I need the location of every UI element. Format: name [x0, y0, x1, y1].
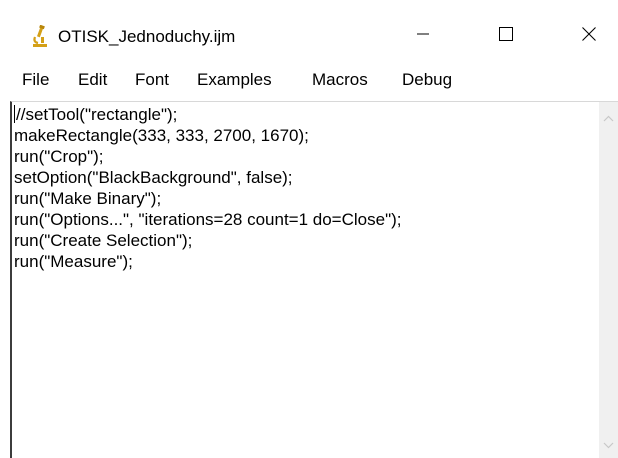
close-button[interactable]: [569, 18, 609, 54]
menu-edit[interactable]: Edit: [78, 70, 107, 90]
menu-file[interactable]: File: [22, 70, 49, 90]
scroll-down-button[interactable]: [599, 435, 618, 454]
code-line-text: //setTool("rectangle");: [16, 105, 178, 124]
code-line: //setTool("rectangle");: [14, 104, 599, 125]
maximize-icon: [498, 26, 514, 47]
microscope-icon: [30, 24, 50, 49]
code-line: setOption("BlackBackground", false);: [14, 168, 293, 187]
vertical-scrollbar[interactable]: [599, 102, 618, 458]
code-line: run("Measure");: [14, 252, 133, 271]
menu-font[interactable]: Font: [135, 70, 169, 90]
text-caret: [14, 105, 15, 123]
title-bar[interactable]: OTISK_Jednoduchy.ijm: [0, 0, 618, 64]
code-editor[interactable]: //setTool("rectangle"); makeRectangle(33…: [10, 101, 618, 458]
code-line: run("Create Selection");: [14, 231, 193, 250]
code-line: run("Options...", "iterations=28 count=1…: [14, 210, 402, 229]
maximize-button[interactable]: [486, 18, 526, 54]
close-icon: [581, 26, 597, 47]
code-text-area[interactable]: //setTool("rectangle"); makeRectangle(33…: [14, 104, 599, 456]
code-line: run("Make Binary");: [14, 189, 162, 208]
editor-window: OTISK_Jednoduchy.ijm File Edit Font Exam…: [0, 0, 618, 458]
menu-debug[interactable]: Debug: [402, 70, 452, 90]
menu-examples[interactable]: Examples: [197, 70, 272, 90]
menu-macros[interactable]: Macros: [312, 70, 368, 90]
code-line: run("Crop");: [14, 147, 104, 166]
code-line: makeRectangle(333, 333, 2700, 1670);: [14, 126, 309, 145]
scroll-up-button[interactable]: [599, 108, 618, 127]
chevron-up-icon: [603, 109, 614, 127]
minimize-icon: [415, 26, 431, 47]
minimize-button[interactable]: [403, 18, 443, 54]
chevron-down-icon: [603, 436, 614, 454]
window-title: OTISK_Jednoduchy.ijm: [58, 27, 236, 46]
menu-bar: File Edit Font Examples Macros Debug: [0, 64, 618, 96]
